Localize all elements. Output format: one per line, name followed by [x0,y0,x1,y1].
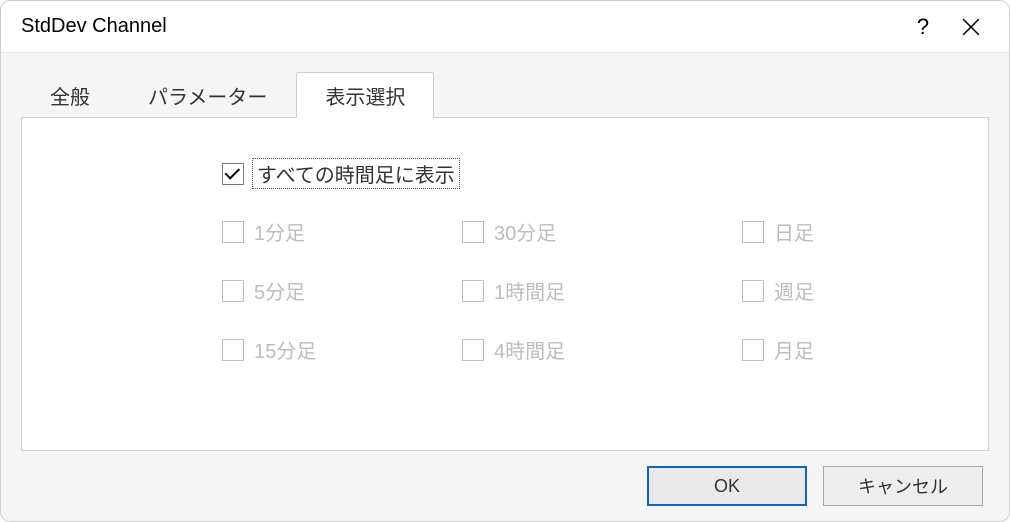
help-button[interactable]: ? [899,9,947,45]
label-h4: 4時間足 [494,335,565,364]
label-h1: 1時間足 [494,276,565,305]
label-m15: 15分足 [254,335,316,364]
checkbox-w1 [742,280,764,302]
cancel-button[interactable]: キャンセル [823,466,983,506]
option-mn1: 月足 [742,335,942,364]
option-m30: 30分足 [462,217,742,246]
checkbox-h1 [462,280,484,302]
dialog-title: StdDev Channel [21,15,899,38]
label-m5: 5分足 [254,276,305,305]
ok-button[interactable]: OK [647,466,807,506]
show-all-timeframes-row: すべての時間足に表示 [222,158,938,189]
show-all-timeframes-checkbox[interactable] [222,163,244,185]
tab-parameters[interactable]: パラメーター [119,72,296,118]
close-icon [962,18,980,36]
checkbox-m15 [222,339,244,361]
checkbox-h4 [462,339,484,361]
client-area: 全般 パラメーター 表示選択 すべての時間足に表示 1分足 30分足 [1,53,1009,521]
checkbox-m5 [222,280,244,302]
close-button[interactable] [947,9,995,45]
label-d1: 日足 [774,217,814,246]
tab-display[interactable]: 表示選択 [296,72,434,118]
option-w1: 週足 [742,276,942,305]
label-mn1: 月足 [774,335,814,364]
checkbox-d1 [742,221,764,243]
timeframe-grid: 1分足 30分足 日足 5分足 1時間足 [222,217,938,364]
option-d1: 日足 [742,217,942,246]
tabpage-display: すべての時間足に表示 1分足 30分足 日足 5分足 [21,117,989,451]
button-bar: OK キャンセル [21,451,989,521]
checkbox-m30 [462,221,484,243]
stddev-channel-dialog: StdDev Channel ? 全般 パラメーター 表示選択 すべての時間足に… [0,0,1010,522]
label-m1: 1分足 [254,217,305,246]
show-all-timeframes-label: すべての時間足に表示 [252,158,460,189]
checkbox-mn1 [742,339,764,361]
option-h1: 1時間足 [462,276,742,305]
label-m30: 30分足 [494,217,556,246]
titlebar: StdDev Channel ? [1,1,1009,53]
option-m5: 5分足 [222,276,462,305]
tab-general[interactable]: 全般 [21,72,119,118]
label-w1: 週足 [774,276,814,305]
checkbox-m1 [222,221,244,243]
tabstrip: 全般 パラメーター 表示選択 [21,73,989,117]
option-m15: 15分足 [222,335,462,364]
option-h4: 4時間足 [462,335,742,364]
option-m1: 1分足 [222,217,462,246]
